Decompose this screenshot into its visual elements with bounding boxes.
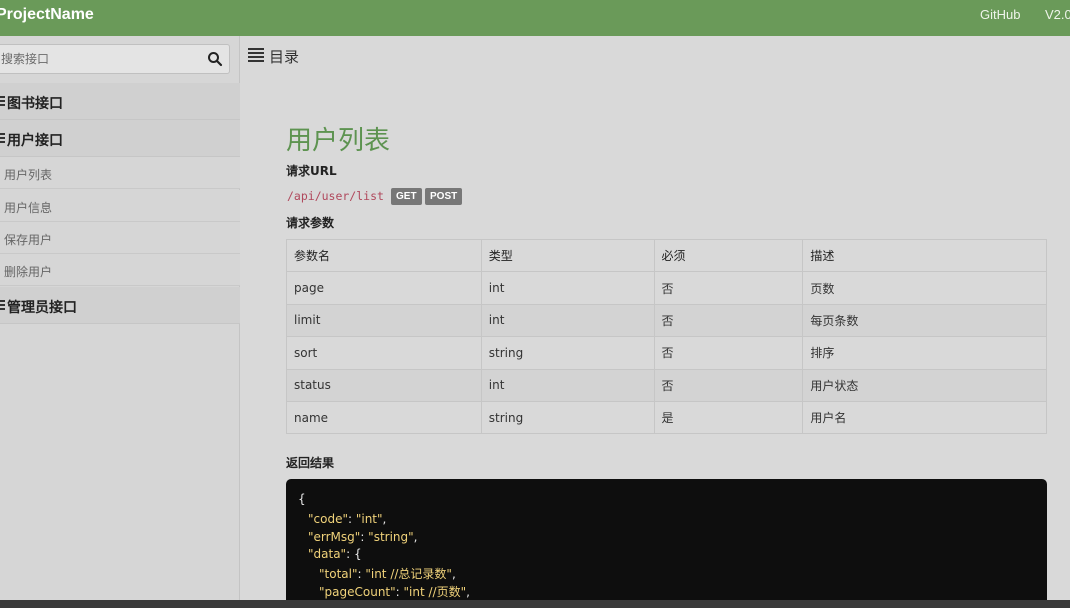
method-badge-post: POST [425, 188, 463, 205]
sidebar-group-label: 管理员接口 [7, 300, 77, 316]
request-params-heading: 请求参数 [286, 216, 335, 230]
sidebar-item-label: 用户信息 [4, 201, 53, 215]
version-link[interactable]: V2.0 [1045, 7, 1070, 22]
search-icon[interactable] [207, 51, 223, 67]
sidebar-group-books[interactable]: 图书接口 [0, 83, 240, 120]
code-line: { [298, 492, 306, 506]
table-cell: int [480, 271, 655, 305]
request-url-heading: 请求URL [286, 164, 337, 178]
column-header: 类型 [480, 238, 655, 273]
page-title: 用户列表 [286, 126, 391, 156]
sidebar-item-delete-user[interactable]: 删除用户 [0, 254, 240, 286]
table-row: name string 是 用户名 [286, 400, 1047, 435]
code-line: "code": "int", [308, 512, 387, 526]
code-line: "data": { [308, 547, 362, 561]
sidebar-group-label: 图书接口 [7, 96, 63, 112]
list-icon [248, 48, 264, 62]
table-cell: 每页条数 [802, 303, 1047, 338]
menu-icon [0, 133, 5, 143]
table-cell: 页数 [802, 271, 1047, 305]
table-cell: string [480, 336, 655, 370]
table-cell: 否 [653, 368, 804, 402]
table-cell: 否 [653, 336, 804, 370]
table-cell: int [480, 303, 655, 338]
github-link[interactable]: GitHub [980, 7, 1020, 22]
sidebar: 图书接口 用户接口 用户列表 用户信息 保存用户 删除用户 管理员接口 [0, 36, 240, 608]
table-cell: 排序 [802, 336, 1047, 370]
sidebar-item-label: 保存用户 [4, 233, 53, 247]
table-cell: page [286, 271, 482, 305]
table-row: limit int 否 每页条数 [286, 303, 1047, 338]
sidebar-item-label: 用户列表 [4, 168, 53, 182]
sidebar-item-label: 删除用户 [4, 265, 53, 279]
brand-title[interactable]: ProjectName [0, 6, 94, 24]
sidebar-group-label: 用户接口 [7, 133, 63, 149]
sidebar-group-admin[interactable]: 管理员接口 [0, 287, 240, 324]
search-input[interactable] [0, 45, 195, 73]
sidebar-item-user-list[interactable]: 用户列表 [0, 157, 240, 189]
code-line: "total": "int //总记录数", [319, 567, 456, 581]
search-box [0, 44, 230, 74]
menu-icon [0, 96, 5, 106]
column-header: 必须 [653, 238, 804, 273]
sidebar-item-save-user[interactable]: 保存用户 [0, 222, 240, 254]
column-header: 描述 [802, 238, 1047, 273]
code-line: "pageCount": "int //页数", [319, 585, 470, 599]
response-code-block: { "code": "int", "errMsg": "string", "da… [286, 479, 1047, 608]
table-row: page int 否 页数 [286, 271, 1047, 305]
top-navbar: ProjectName GitHub V2.0 [0, 0, 1070, 36]
bottom-bar [0, 600, 1070, 608]
table-cell: limit [286, 303, 482, 338]
api-url: /api/user/list [287, 189, 384, 203]
table-cell: 用户名 [802, 400, 1047, 435]
table-cell: sort [286, 336, 482, 370]
response-heading: 返回结果 [286, 456, 335, 470]
menu-icon [0, 300, 5, 310]
table-cell: name [286, 400, 482, 435]
method-badge-get: GET [391, 188, 422, 205]
table-header-row: 参数名 类型 必须 描述 [286, 238, 1047, 273]
toc-label: 目录 [269, 48, 300, 66]
table-row: status int 否 用户状态 [286, 368, 1047, 402]
table-cell: 是 [653, 400, 804, 435]
table-cell: string [480, 400, 655, 435]
sidebar-item-user-info[interactable]: 用户信息 [0, 190, 240, 222]
table-cell: int [480, 368, 655, 402]
table-row: sort string 否 排序 [286, 336, 1047, 370]
table-cell: 否 [653, 271, 804, 305]
table-cell: 否 [653, 303, 804, 338]
sidebar-group-users[interactable]: 用户接口 [0, 120, 240, 157]
params-table: 参数名 类型 必须 描述 page int 否 页数 limit int 否 每… [286, 238, 1047, 435]
code-line: "errMsg": "string", [308, 530, 418, 544]
table-cell: status [286, 368, 482, 402]
column-header: 参数名 [286, 238, 482, 273]
table-cell: 用户状态 [802, 368, 1047, 402]
